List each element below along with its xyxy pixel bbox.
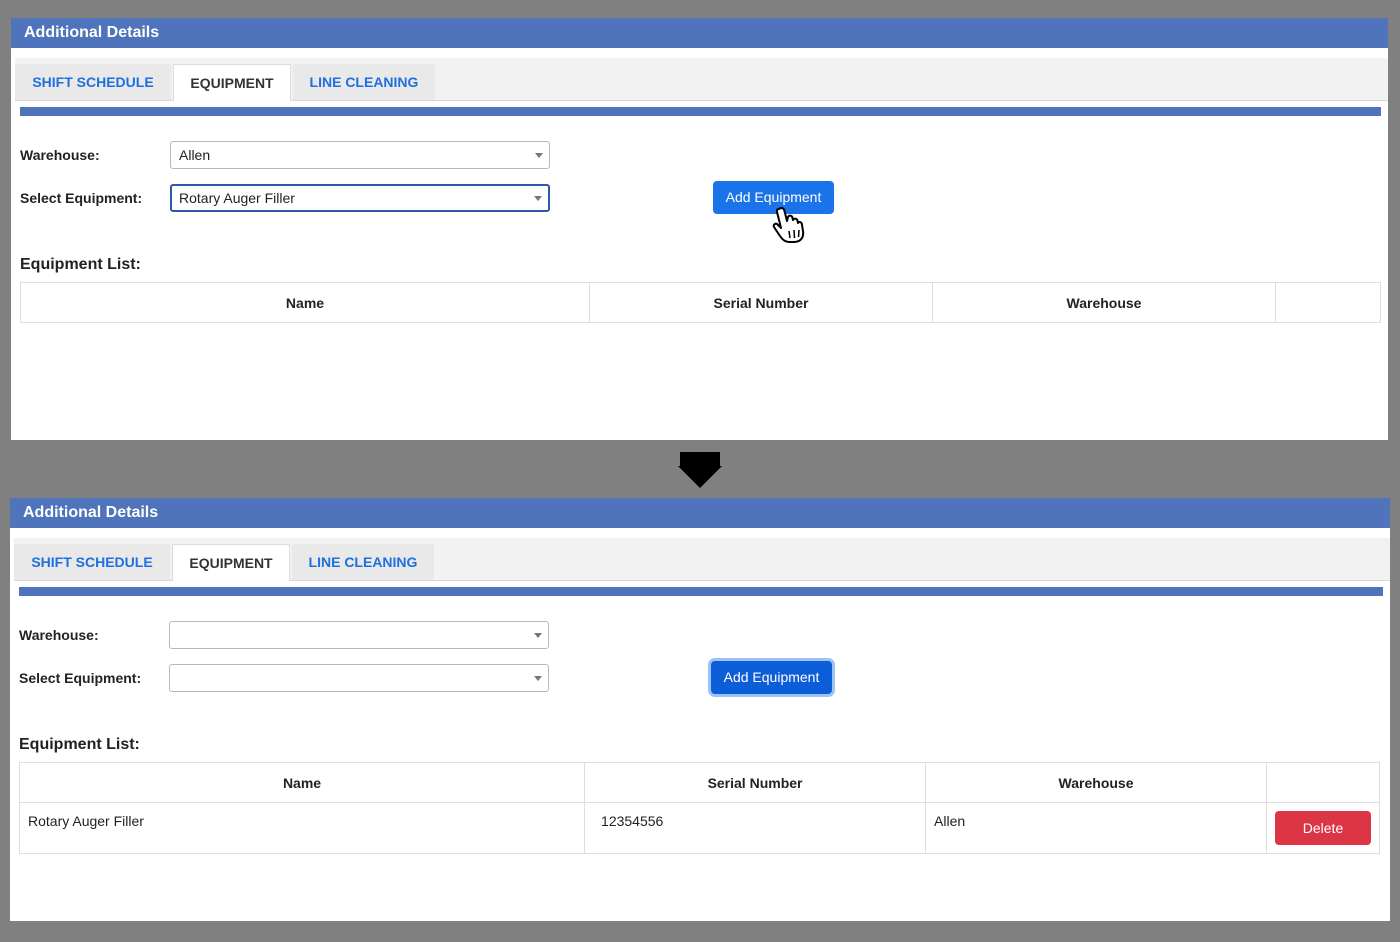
equipment-select[interactable]: Rotary Auger Filler	[170, 184, 550, 212]
add-equipment-button[interactable]: Add Equipment	[711, 661, 832, 694]
equipment-list-title: Equipment List:	[19, 736, 140, 753]
panel-after: Additional Details SHIFT SCHEDULE EQUIPM…	[10, 498, 1390, 921]
equipment-table: Name Serial Number Warehouse	[20, 282, 1381, 323]
chevron-down-icon	[534, 633, 542, 638]
select-equipment-label: Select Equipment:	[19, 670, 142, 686]
column-header-serial-number: Serial Number	[584, 762, 927, 803]
tab-line-cleaning[interactable]: LINE CLEANING	[292, 544, 434, 580]
equipment-list-title: Equipment List:	[20, 256, 141, 273]
column-header-warehouse: Warehouse	[932, 282, 1276, 323]
down-arrow-icon	[678, 452, 722, 488]
column-header-warehouse: Warehouse	[925, 762, 1267, 803]
chevron-down-icon	[534, 676, 542, 681]
tab-equipment[interactable]: EQUIPMENT	[173, 64, 291, 101]
table-header-row: Name Serial Number Warehouse	[20, 282, 1381, 323]
equipment-select-value: Rotary Auger Filler	[179, 190, 295, 206]
column-header-actions	[1275, 282, 1381, 323]
warehouse-select-value: Allen	[179, 147, 211, 163]
equipment-table: Name Serial Number Warehouse Rotary Auge…	[18, 762, 1380, 854]
cell-actions: Delete	[1266, 802, 1380, 854]
column-header-actions	[1266, 762, 1380, 803]
warehouse-select[interactable]: Allen	[170, 141, 550, 169]
cell-name: Rotary Auger Filler	[18, 802, 586, 854]
panel-header: Additional Details	[10, 498, 1390, 528]
panel-header: Additional Details	[11, 18, 1388, 48]
add-equipment-button[interactable]: Add Equipment	[713, 181, 834, 214]
delete-button[interactable]: Delete	[1275, 811, 1371, 845]
equipment-select[interactable]	[169, 664, 549, 692]
tab-bar: SHIFT SCHEDULE EQUIPMENT LINE CLEANING	[15, 58, 1388, 101]
tab-shift-schedule[interactable]: SHIFT SCHEDULE	[14, 544, 170, 580]
column-header-name: Name	[18, 762, 586, 803]
chevron-down-icon	[534, 196, 542, 201]
warehouse-label: Warehouse:	[20, 147, 100, 163]
section-divider	[20, 107, 1381, 116]
cell-warehouse: Allen	[925, 802, 1267, 854]
table-header-row: Name Serial Number Warehouse	[18, 762, 1380, 803]
cell-serial-number: 12354556	[584, 802, 927, 854]
column-header-serial-number: Serial Number	[589, 282, 933, 323]
select-equipment-label: Select Equipment:	[20, 190, 143, 206]
tab-shift-schedule[interactable]: SHIFT SCHEDULE	[15, 64, 171, 100]
chevron-down-icon	[535, 153, 543, 158]
tab-bar: SHIFT SCHEDULE EQUIPMENT LINE CLEANING	[14, 538, 1390, 581]
column-header-name: Name	[20, 282, 590, 323]
table-row: Rotary Auger Filler 12354556 Allen Delet…	[18, 802, 1380, 854]
warehouse-label: Warehouse:	[19, 627, 99, 643]
section-divider	[19, 587, 1383, 596]
panel-before: Additional Details SHIFT SCHEDULE EQUIPM…	[11, 18, 1388, 440]
tab-line-cleaning[interactable]: LINE CLEANING	[293, 64, 435, 100]
warehouse-select[interactable]	[169, 621, 549, 649]
tab-equipment[interactable]: EQUIPMENT	[172, 544, 290, 581]
